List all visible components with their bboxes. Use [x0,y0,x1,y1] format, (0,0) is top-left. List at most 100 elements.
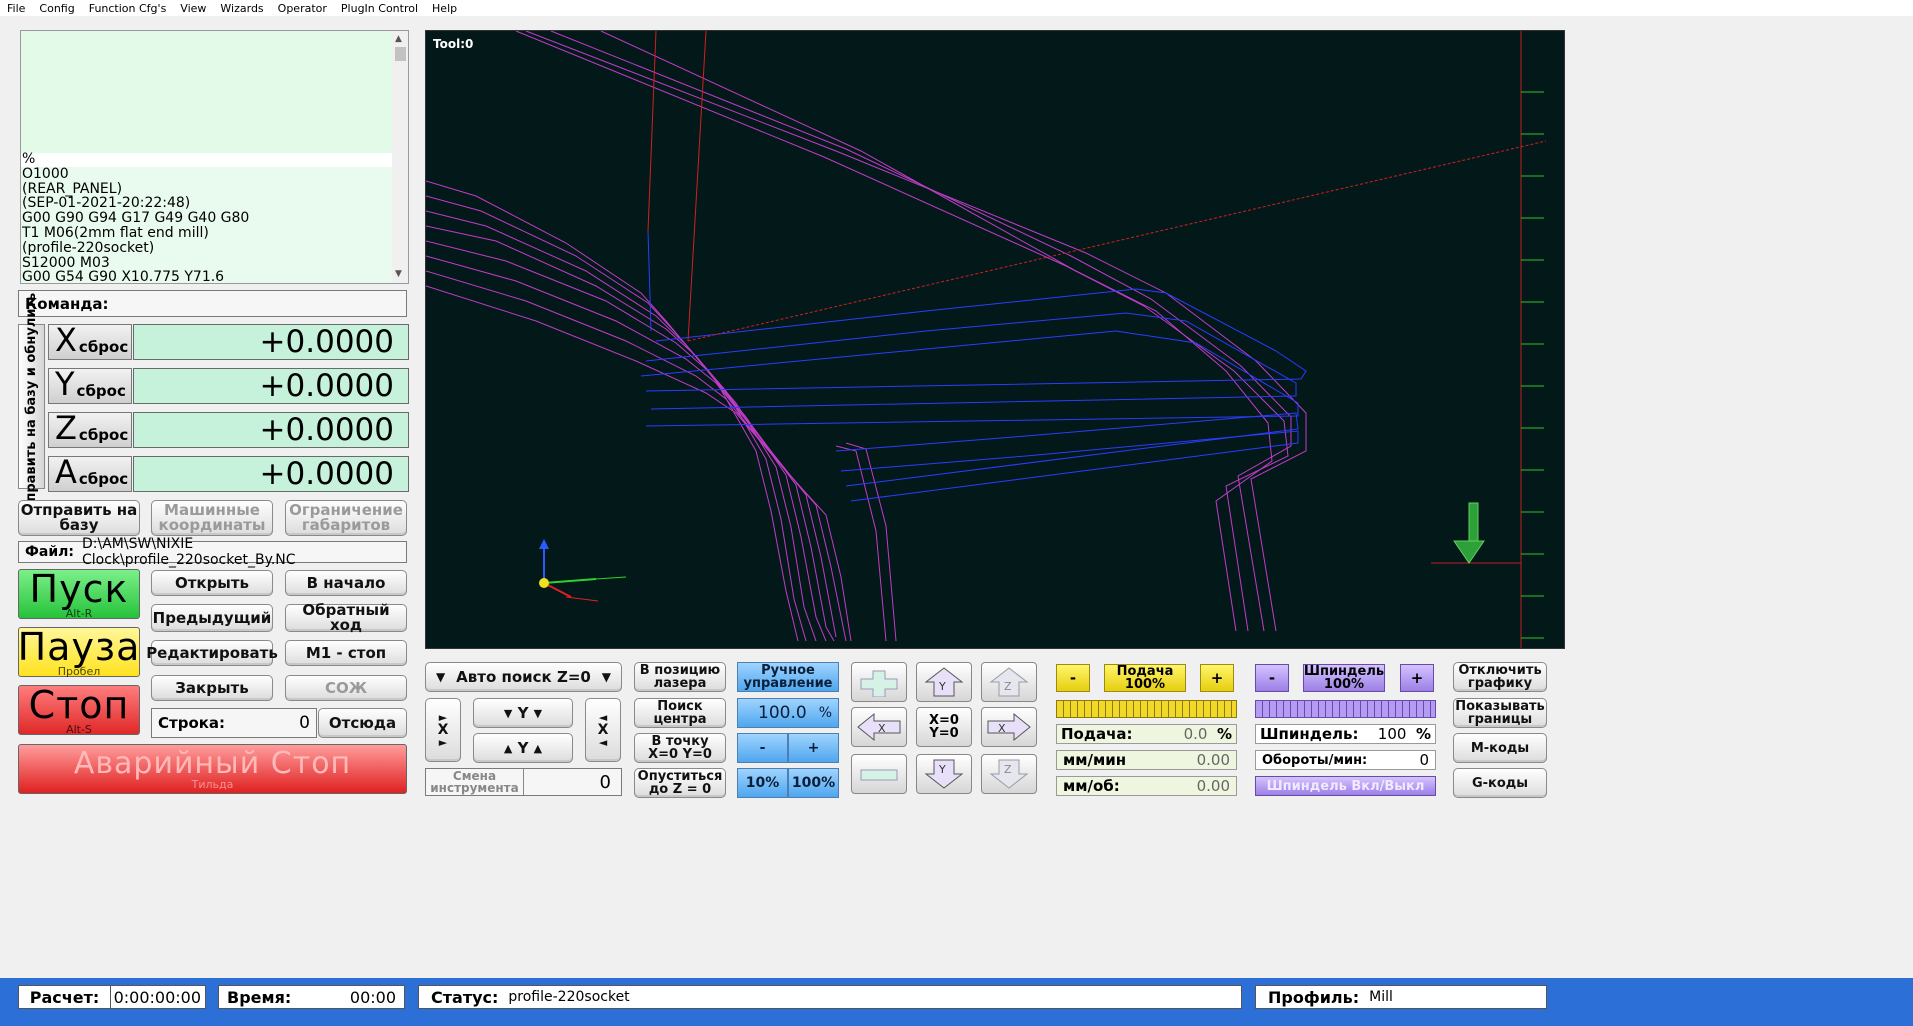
menu-item[interactable]: Operator [271,2,334,15]
jog-x-minus-pad-button[interactable]: X [851,707,907,747]
menu-item[interactable]: View [173,2,213,15]
axis-reset-button[interactable]: Xсброс [48,324,132,360]
jog-10-percent-button[interactable]: 10% [737,768,788,798]
status-label: Статус: [431,987,499,1007]
pause-button[interactable]: Пауза Пробел [18,627,140,677]
emergency-stop-button[interactable]: Аварийный Стоп Тильда [18,744,407,794]
spindle-plus-button[interactable]: + [1400,664,1434,692]
feed-readout: Подача: 0.0 % [1056,724,1237,744]
tool-change-field[interactable]: Смена инструмента 0 [425,768,622,796]
prev-label: Предыдущий [152,608,272,627]
menu-item[interactable]: Config [32,2,81,15]
gcode-line: T1 M06(2mm flat end mill) [22,224,209,241]
profile-box: Профиль: Mill [1255,985,1547,1009]
scroll-up-icon[interactable]: ▲ [395,34,402,44]
rewind-button[interactable]: В начало [285,570,407,596]
spindle-value: 100 [1377,725,1407,743]
axis-dro[interactable]: +0.0000 [133,368,409,404]
open-button[interactable]: Открыть [151,570,273,596]
axis-reset-label: сброс [78,470,129,488]
prev-button[interactable]: Предыдущий [151,604,273,632]
axis-dro[interactable]: +0.0000 [133,456,409,492]
axis-reset-label: сброс [78,426,129,444]
feed-plus-button[interactable]: + [1200,664,1234,692]
mcodes-button[interactable]: М-коды [1453,733,1547,763]
show-bounds-button[interactable]: Показывать границы [1453,698,1547,728]
run-from-here-button[interactable]: Отсюда [318,708,407,738]
menu-item[interactable]: Function Cfg's [82,2,174,15]
graphics-off-button[interactable]: Отключить графику [1453,662,1547,692]
gcodes-label: G-коды [1471,775,1529,791]
spindle-minus-button[interactable]: - [1255,664,1289,692]
menu-item[interactable]: Help [425,2,464,15]
jog-rate-field[interactable]: 100.0 % [737,698,839,728]
spindle-toggle-button[interactable]: Шпиндель Вкл/Выкл [1255,776,1436,796]
gcode-scrollbar[interactable]: ▲ ▼ [392,31,408,283]
ref-all-home-button[interactable]: Отправить на базу и обнулить [18,293,45,520]
spindle-override-label: Шпиндель 100% [1303,664,1385,692]
goto-zero-button[interactable]: В точку X=0 Y=0 [634,733,726,763]
file-path: D:\AM\SW\NIXIE Clock\profile_220socket_B… [82,536,296,568]
spindle-slider[interactable] [1255,700,1436,718]
axis-dro[interactable]: +0.0000 [133,412,409,448]
coolant-button[interactable]: СОЖ [285,675,407,701]
ref-all-home-label: Отправить на базу и обнулить [24,292,39,521]
m1-stop-button[interactable]: М1 - стоп [285,640,407,666]
menu-item[interactable]: File [0,2,32,15]
scroll-thumb[interactable] [395,47,406,61]
close-button[interactable]: Закрыть [151,675,273,701]
svg-text:Z: Z [1004,680,1012,693]
menu-item[interactable]: Wizards [213,2,270,15]
menu-item[interactable]: PlugIn Control [334,2,425,15]
reverse-run-button[interactable]: Обратный ход [285,603,407,633]
scroll-down-icon[interactable]: ▼ [395,269,402,279]
line-field[interactable]: Строка: 0 [151,708,317,738]
y-down-icon: Y [924,759,964,789]
auto-z-button[interactable]: ▼ Авто поиск Z=0 ▼ [425,662,622,692]
jog-z-plus-button[interactable]: Z [981,662,1037,702]
manual-control-button[interactable]: Ручное управление [737,662,839,692]
stop-button[interactable]: Стоп Alt-S [18,685,140,735]
jog-y-plus-pad-button[interactable]: Y [916,662,972,702]
m1-stop-label: М1 - стоп [305,643,387,662]
jog-x-minus-button[interactable]: ► X ► [425,698,461,762]
find-center-button[interactable]: Поиск центра [634,698,726,728]
axis-reset-button[interactable]: Aсброс [48,456,132,492]
axis-reset-button[interactable]: Zсброс [48,412,132,448]
jog-y-minus-pad-button[interactable]: Y [916,754,972,794]
edit-button[interactable]: Редактировать [146,640,278,666]
ref-home-button[interactable]: Отправить на базу [18,500,140,536]
feed-minus-button[interactable]: - [1056,664,1090,692]
axis-reset-button[interactable]: Yсброс [48,368,132,404]
jog-z-minus-button[interactable]: Z [981,754,1037,794]
lower-z-button[interactable]: Опуститься до Z = 0 [634,768,726,798]
jog-a-minus-button[interactable] [851,754,907,794]
jog-a-plus-button[interactable] [851,662,907,702]
feed-slider[interactable] [1056,700,1237,718]
jog-y-minus-button[interactable]: ▼ Y ▼ [473,698,573,728]
spindle-override-button[interactable]: Шпиндель 100% [1303,664,1385,692]
plus-label: + [1410,668,1424,687]
cycle-start-key: Alt-R [65,606,93,620]
axis-dro[interactable]: +0.0000 [133,324,409,360]
jog-x-plus-button[interactable]: ◄ X ◄ [585,698,621,762]
gcodes-button[interactable]: G-коды [1453,768,1547,798]
jog-rate-minus-button[interactable]: - [737,733,788,763]
jog-x-plus-pad-button[interactable]: X [981,707,1037,747]
status-value: profile-220socket [508,989,630,1005]
plus-label: + [1210,668,1224,687]
cycle-start-button[interactable]: Пуск Alt-R [18,569,140,619]
jog-y-plus-button[interactable]: ▲ Y ▲ [473,733,573,763]
gcode-display[interactable]: % O1000 (REAR_PANEL) (SEP-01-2021-20:22:48)… [20,30,409,284]
jog-rate-plus-button[interactable]: + [788,733,839,763]
laser-position-button[interactable]: В позицию лазера [634,662,726,692]
jog-100-percent-button[interactable]: 100% [788,768,839,798]
calc-label: Расчет: [19,986,111,1008]
z-down-icon: Z [989,759,1029,789]
machine-coords-button[interactable]: Машинные координаты [151,500,273,536]
xy-zero-button[interactable]: X=0 Y=0 [916,707,972,747]
command-field[interactable]: Команда: [18,290,407,317]
soft-limits-button[interactable]: Ограничение габаритов [285,500,407,536]
feed-override-button[interactable]: Подача 100% [1104,664,1186,692]
toolpath-viewport[interactable]: Tool:0 [425,30,1565,649]
